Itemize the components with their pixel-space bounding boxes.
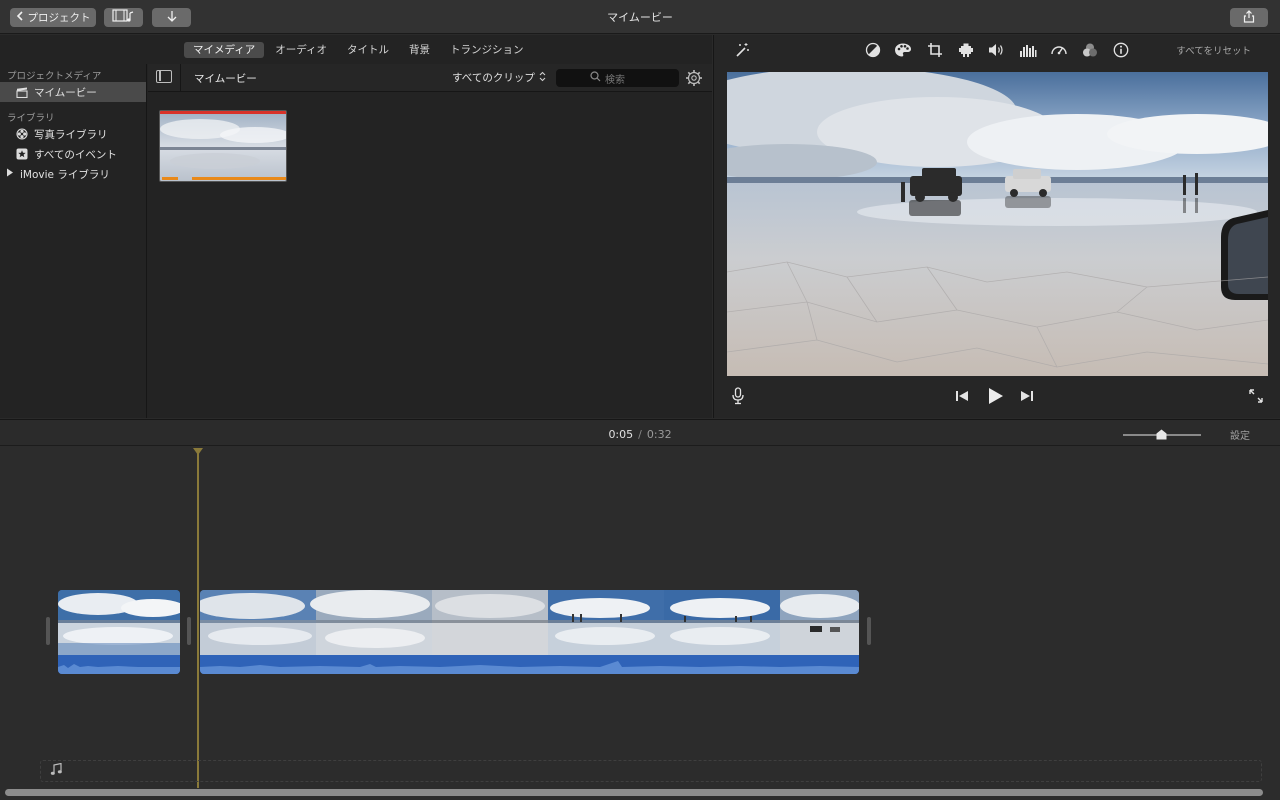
clip-filter-icon[interactable] bbox=[1081, 41, 1099, 59]
timecode: 0:05 / 0:32 bbox=[0, 428, 1280, 441]
magic-wand-icon[interactable] bbox=[733, 41, 751, 59]
window-title: マイムービー bbox=[607, 11, 673, 24]
title-bar: プロジェクト マイムービー bbox=[0, 0, 1280, 34]
libraries-sidebar: プロジェクトメディア マイムービー ライブラリ 写真ライブラリ すべてのイベント… bbox=[0, 64, 147, 418]
tab-backgrounds[interactable]: 背景 bbox=[400, 42, 439, 58]
media-clip-thumbnail[interactable] bbox=[159, 110, 287, 182]
total-duration: 0:32 bbox=[646, 428, 672, 441]
stabilization-icon[interactable] bbox=[957, 41, 975, 59]
tab-titles[interactable]: タイトル bbox=[338, 42, 398, 58]
playhead[interactable] bbox=[197, 450, 199, 788]
sidebar-toggle-icon[interactable] bbox=[156, 70, 172, 83]
timeline-clip[interactable] bbox=[58, 590, 180, 674]
sidebar-item-photos-library[interactable]: 写真ライブラリ bbox=[0, 124, 146, 144]
sidebar-item-label: すべてのイベント bbox=[34, 148, 117, 161]
clip-filter-label: すべてのクリップ bbox=[452, 72, 535, 84]
clip-audio-waveform bbox=[58, 655, 180, 674]
sidebar-item-label: iMovie ライブラリ bbox=[20, 168, 110, 181]
clip-filmstrip bbox=[58, 590, 180, 655]
search-placeholder: 検索 bbox=[605, 74, 625, 86]
skip-forward-icon[interactable] bbox=[1018, 387, 1036, 405]
browser-content-bar: マイムービー すべてのクリップ 検索 bbox=[148, 64, 712, 92]
color-balance-icon[interactable] bbox=[864, 41, 882, 59]
info-icon[interactable] bbox=[1112, 41, 1130, 59]
time-separator: / bbox=[638, 428, 642, 441]
library-heading: ライブラリ bbox=[7, 113, 55, 124]
share-icon bbox=[1243, 9, 1255, 26]
skip-back-icon[interactable] bbox=[953, 387, 971, 405]
tab-my-media[interactable]: マイメディア bbox=[184, 41, 265, 58]
timeline-clip[interactable] bbox=[200, 590, 859, 674]
video-preview bbox=[727, 72, 1268, 376]
disclosure-triangle-icon[interactable] bbox=[6, 168, 14, 180]
viewer-panel: すべてをリセット bbox=[713, 35, 1280, 418]
reset-all-button[interactable]: すべてをリセット bbox=[1176, 43, 1251, 57]
microphone-icon[interactable] bbox=[729, 387, 747, 405]
adjustments-bar: すべてをリセット bbox=[714, 35, 1280, 65]
tab-audio[interactable]: オーディオ bbox=[266, 42, 336, 58]
share-button[interactable] bbox=[1230, 8, 1268, 27]
sidebar-item-label: マイムービー bbox=[34, 86, 97, 99]
content-title: マイムービー bbox=[194, 73, 257, 85]
clip-audio-waveform bbox=[200, 655, 859, 674]
volume-icon[interactable] bbox=[988, 41, 1006, 59]
timeline-settings-button[interactable]: 設定 bbox=[1230, 427, 1250, 442]
star-icon bbox=[16, 148, 28, 160]
play-button[interactable] bbox=[984, 387, 1006, 405]
zoom-slider-knob[interactable] bbox=[1156, 429, 1167, 440]
tab-transitions[interactable]: トランジション bbox=[441, 42, 533, 58]
crop-icon[interactable] bbox=[926, 41, 944, 59]
background-music-well[interactable] bbox=[40, 760, 1262, 782]
sidebar-item-label: 写真ライブラリ bbox=[34, 128, 108, 141]
project-media-heading: プロジェクトメディア bbox=[7, 71, 102, 82]
sidebar-item-all-events[interactable]: すべてのイベント bbox=[0, 144, 146, 164]
timeline-header: 0:05 / 0:32 設定 bbox=[0, 419, 1280, 446]
divider bbox=[180, 64, 181, 92]
timeline-scrollbar[interactable] bbox=[5, 789, 1263, 796]
clip-filmstrip bbox=[200, 590, 859, 655]
current-time: 0:05 bbox=[608, 428, 634, 441]
clip-trim-handle[interactable] bbox=[867, 617, 871, 645]
gear-icon[interactable] bbox=[685, 69, 703, 87]
search-icon bbox=[590, 71, 601, 85]
sidebar-item-imovie-library[interactable]: iMovie ライブラリ bbox=[0, 164, 146, 184]
color-correction-icon[interactable] bbox=[894, 41, 912, 59]
clapperboard-icon bbox=[16, 86, 28, 98]
search-input[interactable]: 検索 bbox=[556, 69, 679, 87]
clip-trim-handle[interactable] bbox=[187, 617, 191, 645]
clip-filter-dropdown[interactable]: すべてのクリップ bbox=[452, 70, 546, 85]
photos-icon bbox=[16, 128, 28, 140]
browser-tabs: マイメディア オーディオ タイトル 背景 トランジション bbox=[0, 35, 712, 64]
media-browser: マイメディア オーディオ タイトル 背景 トランジション プロジェクトメディア … bbox=[0, 35, 712, 418]
updown-chevron-icon bbox=[539, 71, 546, 85]
noise-reduction-icon[interactable] bbox=[1019, 41, 1037, 59]
speed-icon[interactable] bbox=[1050, 41, 1068, 59]
clip-trim-handle[interactable] bbox=[46, 617, 50, 645]
fullscreen-icon[interactable] bbox=[1247, 387, 1265, 405]
music-note-icon bbox=[50, 762, 62, 780]
sidebar-item-my-movie[interactable]: マイムービー bbox=[0, 82, 146, 102]
